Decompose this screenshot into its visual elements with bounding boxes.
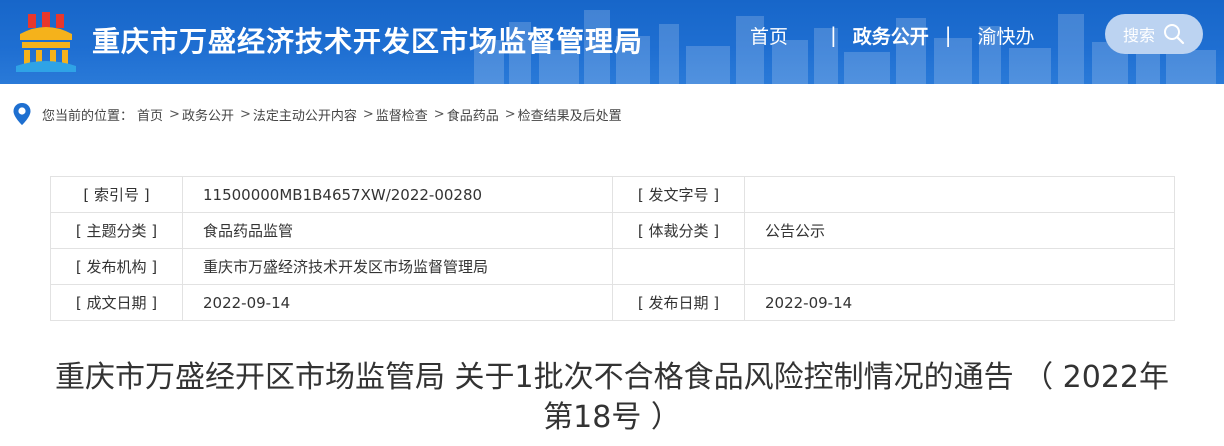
breadcrumb-government-affairs[interactable]: 政务公开 [182, 105, 234, 124]
breadcrumb-food-drug[interactable]: 食品药品 [447, 105, 499, 124]
breadcrumb-supervision[interactable]: 监督检查 [376, 105, 428, 124]
genre-category-value: 公告公示 [744, 212, 1175, 249]
nav-separator: | [830, 23, 837, 47]
breadcrumb-inspection-results[interactable]: 检查结果及后处置 [518, 105, 622, 124]
table-row: [ 成文日期 ] 2022-09-14 [ 发布日期 ] 2022-09-14 [50, 284, 1175, 321]
document-number-value [744, 176, 1175, 213]
table-row: [ 主题分类 ] 食品药品监管 [ 体裁分类 ] 公告公示 [50, 212, 1175, 249]
nav-home[interactable]: 首页 [740, 22, 798, 49]
search-label: 搜索 [1122, 26, 1155, 45]
location-pin-icon [13, 103, 31, 125]
breadcrumb-home[interactable]: 首页 [137, 105, 163, 124]
emblem-logo [16, 12, 76, 72]
breadcrumb: 您当前的位置： 首页 > 政务公开 > 法定主动公开内容 > 监督检查 > 食品… [12, 100, 626, 128]
issuing-agency-label: [ 发布机构 ] [50, 248, 183, 285]
breadcrumb-prefix: 您当前的位置： [42, 108, 134, 124]
breadcrumb-separator: > [169, 106, 180, 122]
drafting-date-label: [ 成文日期 ] [50, 284, 183, 321]
breadcrumb-separator: > [504, 106, 516, 122]
article-title: 重庆市万盛经开区市场监管局 关于1批次不合格食品风险控制情况的通告 （ 2022… [54, 360, 1170, 435]
empty-cell [612, 248, 745, 285]
site-title: 重庆市万盛经济技术开发区市场监督管理局 [92, 25, 644, 58]
table-row: [ 发布机构 ] 重庆市万盛经济技术开发区市场监督管理局 [50, 248, 1175, 285]
document-info-table: [ 索引号 ] 11500000MB1B4657XW/2022-00280 [ … [50, 176, 1175, 321]
table-row: [ 索引号 ] 11500000MB1B4657XW/2022-00280 [ … [50, 176, 1175, 213]
breadcrumb-separator: > [362, 106, 374, 122]
main-nav: 首页 | 政务公开 | 渝快办 [740, 0, 1045, 70]
document-number-label: [ 发文字号 ] [612, 176, 745, 213]
genre-category-label: [ 体裁分类 ] [612, 212, 745, 249]
breadcrumb-separator: > [433, 106, 445, 122]
nav-separator: | [944, 23, 952, 47]
drafting-date-value: 2022-09-14 [182, 284, 613, 321]
publish-date-label: [ 发布日期 ] [612, 284, 745, 321]
index-number-label: [ 索引号 ] [50, 176, 183, 213]
nav-government-affairs[interactable]: 政务公开 [843, 22, 939, 49]
nav-yukuaiban[interactable]: 渝快办 [968, 22, 1045, 49]
topic-category-value: 食品药品监管 [182, 212, 613, 249]
search-icon [1164, 24, 1185, 45]
breadcrumb-statutory-disclosure[interactable]: 法定主动公开内容 [253, 105, 357, 124]
publish-date-value: 2022-09-14 [744, 284, 1175, 321]
empty-cell [744, 248, 1175, 285]
breadcrumb-separator: > [239, 106, 251, 122]
site-header: 重庆市万盛经济技术开发区市场监督管理局 首页 | 政务公开 | 渝快办 搜索 [0, 0, 1224, 84]
index-number-value: 11500000MB1B4657XW/2022-00280 [182, 176, 613, 213]
issuing-agency-value: 重庆市万盛经济技术开发区市场监督管理局 [182, 248, 613, 285]
search-button[interactable]: 搜索 [1105, 14, 1203, 54]
topic-category-label: [ 主题分类 ] [50, 212, 183, 249]
